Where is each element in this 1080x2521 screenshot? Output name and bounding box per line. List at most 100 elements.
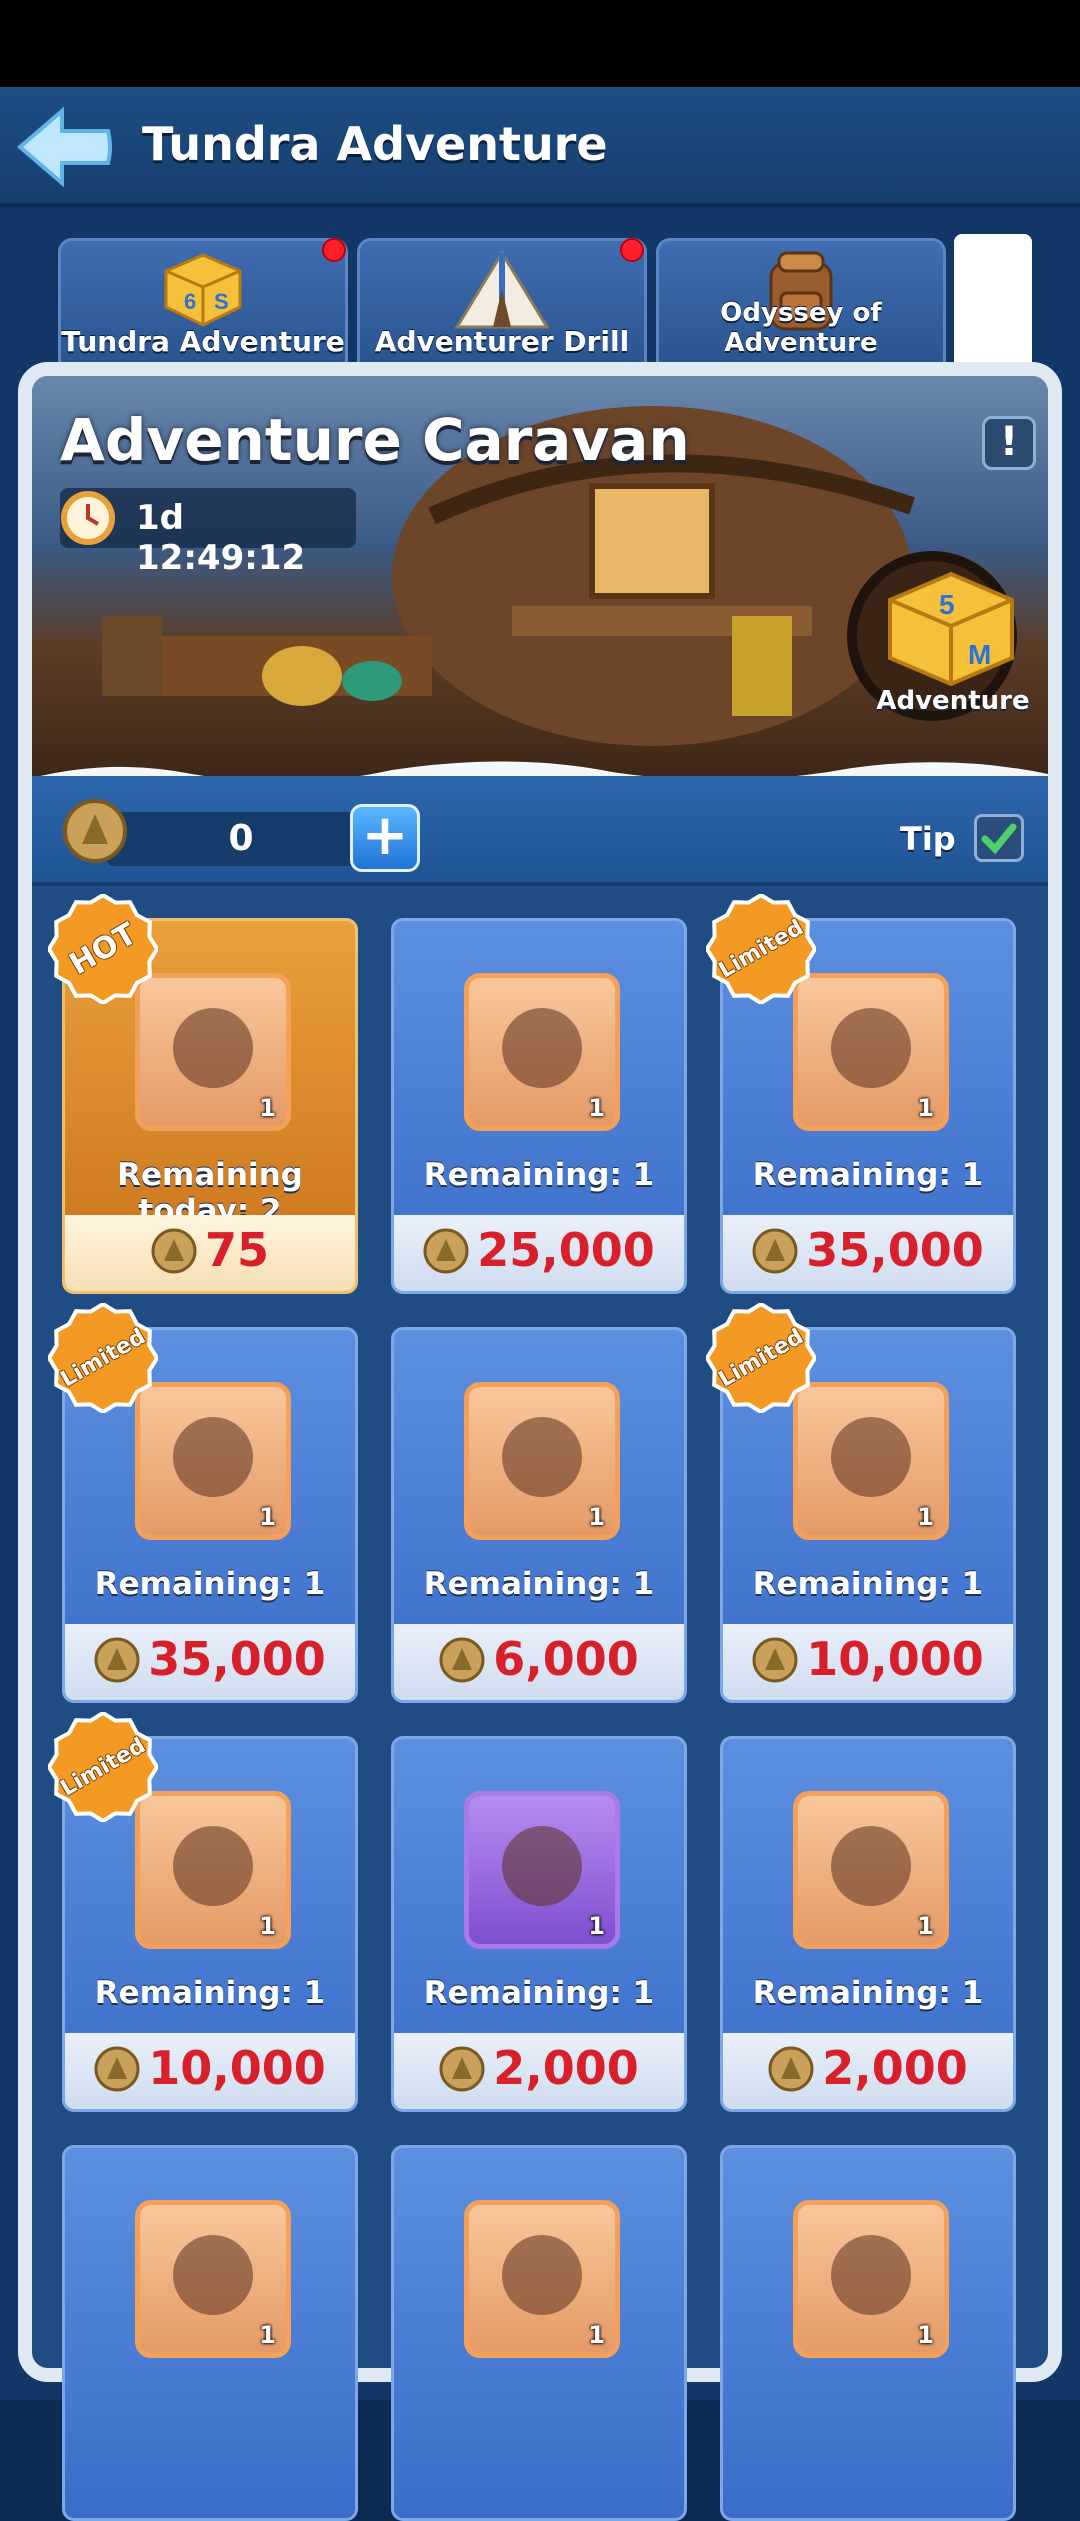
price-value: 75 <box>204 1223 269 1277</box>
tab-odyssey-of-adventure[interactable]: Odyssey of Adventure <box>656 238 946 364</box>
item-icon-frame: 1 <box>135 1382 291 1540</box>
adventure-dice-icon: 5 M <box>888 571 1014 687</box>
tent-icon <box>454 250 550 329</box>
event-timer: 1d 12:49:12 <box>60 488 356 578</box>
item-icon-frame: 1 <box>464 2200 620 2358</box>
price-row: 2,000 <box>723 2041 1013 2095</box>
top-bar: Tundra Adventure <box>0 87 1080 207</box>
adventure-coin-icon <box>94 2046 140 2092</box>
adventure-coin-icon <box>439 2046 485 2092</box>
shop-item-card[interactable]: 1 <box>720 2145 1016 2521</box>
timer-text: 1d 12:49:12 <box>136 498 306 578</box>
shop-item-card[interactable]: 1 <box>391 2145 687 2521</box>
exclamation-icon: ! <box>999 419 1019 465</box>
price-row: 25,000 <box>394 1223 684 1277</box>
limited-badge: Limited <box>706 1303 816 1413</box>
clock-icon <box>61 491 115 545</box>
item-icon-frame: 1 <box>793 973 949 1131</box>
price-row: 35,000 <box>723 1223 1013 1277</box>
info-button[interactable]: ! <box>982 416 1036 470</box>
item-icon-frame: 1 <box>793 1382 949 1540</box>
price-row: 10,000 <box>65 2041 355 2095</box>
price-bar: 35,000 <box>65 1624 355 1700</box>
price-bar: 6,000 <box>394 1624 684 1700</box>
svg-text:S: S <box>214 289 229 314</box>
price-row: 35,000 <box>65 1632 355 1686</box>
tip-checkbox[interactable] <box>974 814 1024 862</box>
tab-label: Tundra Adventure <box>61 325 345 358</box>
adventure-coin-icon <box>151 1228 197 1274</box>
add-currency-button[interactable]: + <box>350 804 420 872</box>
tab-partial[interactable] <box>954 234 1032 364</box>
shop-item-card[interactable]: 1 Remaining: 1 6,000 <box>391 1327 687 1703</box>
item-icon-frame: 1 <box>793 2200 949 2358</box>
limited-badge: Limited <box>48 1303 158 1413</box>
adventure-coin-icon <box>439 1637 485 1683</box>
shop-item-card[interactable]: 1 Remaining: 1 2,000 <box>391 1736 687 2112</box>
adventure-badge-label: Adventure <box>876 686 1030 716</box>
price-value: 2,000 <box>493 2041 639 2095</box>
item-quantity: 1 <box>917 1094 934 1122</box>
remaining-label: Remaining: 1 <box>423 1975 655 2011</box>
adventure-coin-icon <box>752 1637 798 1683</box>
tab-tundra-adventure[interactable]: 6 S Tundra Adventure <box>58 238 348 364</box>
back-arrow-icon <box>16 106 112 188</box>
item-icon-frame: 1 <box>135 2200 291 2358</box>
tab-adventurer-drill[interactable]: Adventurer Drill <box>357 238 647 364</box>
notification-dot <box>620 238 644 262</box>
price-value: 10,000 <box>148 2041 326 2095</box>
item-icon-frame: 1 <box>464 1382 620 1540</box>
price-value: 35,000 <box>148 1632 326 1686</box>
item-quantity: 1 <box>917 1503 934 1531</box>
adventure-coin-icon <box>63 799 127 863</box>
limited-badge: Limited <box>48 1712 158 1822</box>
tip-label: Tip <box>900 820 956 858</box>
price-value: 2,000 <box>822 2041 968 2095</box>
banner-title: Adventure Caravan <box>60 406 690 474</box>
currency-bar: 0 + Tip <box>32 776 1048 886</box>
item-quantity: 1 <box>588 1503 605 1531</box>
remaining-label: Remaining: 1 <box>752 1975 984 2011</box>
item-icon-frame: 1 <box>464 973 620 1131</box>
price-row: 2,000 <box>394 2041 684 2095</box>
item-quantity: 1 <box>917 2321 934 2349</box>
svg-text:5: 5 <box>939 589 955 620</box>
item-icon-frame: 1 <box>464 1791 620 1949</box>
adventure-coin-icon <box>768 2046 814 2092</box>
price-bar: 25,000 <box>394 1215 684 1291</box>
price-value: 6,000 <box>493 1632 639 1686</box>
shop-item-card[interactable]: 1 Remaining: 1 25,000 <box>391 918 687 1294</box>
item-quantity: 1 <box>259 1912 276 1940</box>
price-bar: 75 <box>65 1215 355 1291</box>
adventure-coin-icon <box>423 1228 469 1274</box>
remaining-label: Remaining: 1 <box>752 1157 984 1193</box>
item-quantity: 1 <box>588 1912 605 1940</box>
currency-field: 0 <box>106 812 376 866</box>
back-button[interactable] <box>14 105 114 189</box>
caravan-banner: Adventure Caravan 1d 12:49:12 ! 5 M Adve… <box>32 376 1048 796</box>
page-title: Tundra Adventure <box>142 117 608 171</box>
item-quantity: 1 <box>588 1094 605 1122</box>
hot-badge: HOT <box>48 894 158 1004</box>
adventure-coin-icon <box>94 1637 140 1683</box>
remaining-label: Remaining: 1 <box>752 1566 984 1602</box>
price-value: 35,000 <box>806 1223 984 1277</box>
status-bar <box>0 0 1080 87</box>
item-quantity: 1 <box>588 2321 605 2349</box>
adventure-coin-icon <box>752 1228 798 1274</box>
price-bar: 2,000 <box>394 2033 684 2109</box>
currency-value: 0 <box>228 818 254 859</box>
tab-label: Odyssey of Adventure <box>720 298 882 358</box>
remaining-label: Remaining: 1 <box>423 1157 655 1193</box>
svg-text:M: M <box>968 639 991 670</box>
item-icon-frame: 1 <box>793 1791 949 1949</box>
item-quantity: 1 <box>259 2321 276 2349</box>
shop-item-card[interactable]: 1 Remaining: 1 2,000 <box>720 1736 1016 2112</box>
plus-icon: + <box>361 803 409 868</box>
item-icon-frame: 1 <box>135 973 291 1131</box>
shop-item-card[interactable]: 1 <box>62 2145 358 2521</box>
svg-text:6: 6 <box>184 289 196 314</box>
price-bar: 10,000 <box>723 1624 1013 1700</box>
price-row: 10,000 <box>723 1632 1013 1686</box>
price-bar: 10,000 <box>65 2033 355 2109</box>
